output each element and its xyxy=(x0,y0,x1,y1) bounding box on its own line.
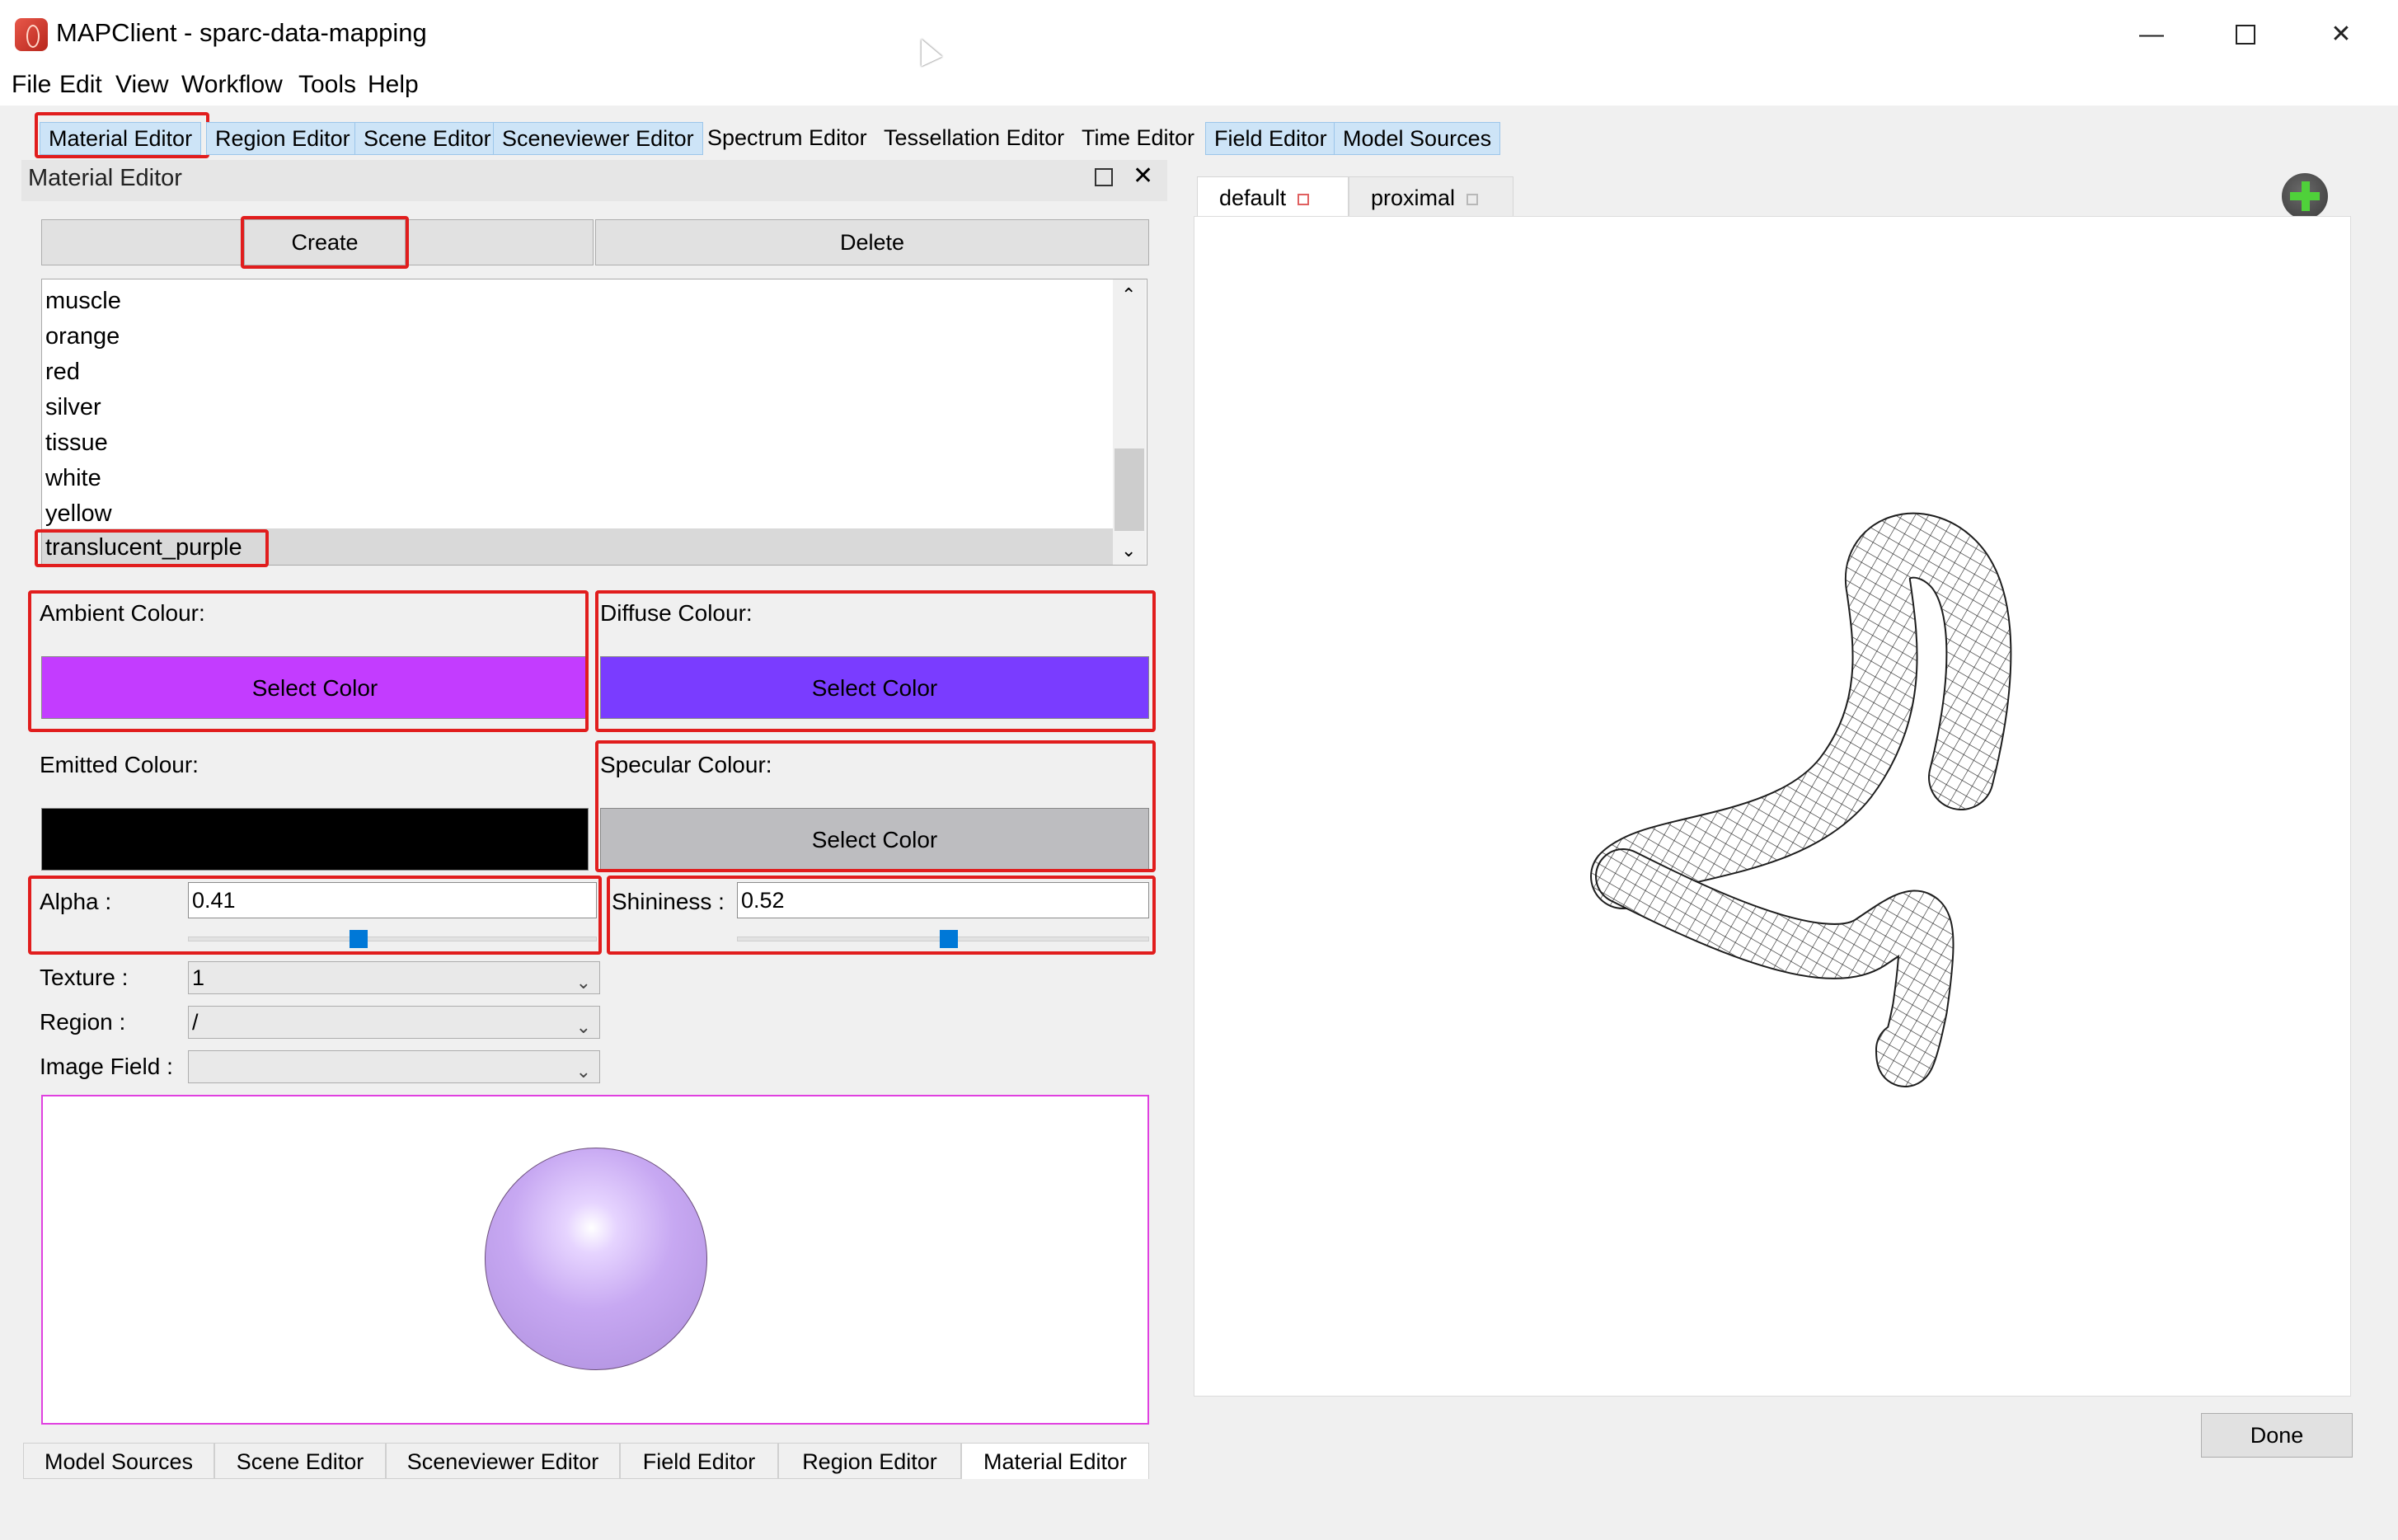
bottom-tab-model-sources[interactable]: Model Sources xyxy=(23,1443,214,1479)
region-value: / xyxy=(192,1010,199,1035)
chevron-down-icon: ⌄ xyxy=(575,1061,591,1082)
tab-field-editor[interactable]: Field Editor xyxy=(1205,122,1336,155)
dock-header xyxy=(21,160,1167,201)
wireframe-mesh xyxy=(1590,512,2012,1087)
chevron-down-icon: ⌄ xyxy=(575,972,591,993)
menu-tools[interactable]: Tools xyxy=(298,71,356,99)
highlight-box xyxy=(607,876,1156,955)
menu-view[interactable]: View xyxy=(115,71,168,99)
region-select[interactable]: / ⌄ xyxy=(188,1006,600,1039)
texture-value: 1 xyxy=(192,965,205,990)
tab-tessellation-editor[interactable]: Tessellation Editor xyxy=(875,122,1072,153)
maximize-icon[interactable] xyxy=(2221,15,2270,54)
list-item[interactable]: yellow xyxy=(45,500,112,528)
bottom-tab-field-editor[interactable]: Field Editor xyxy=(620,1443,778,1479)
close-tab-icon[interactable] xyxy=(1466,193,1479,205)
window-title: MAPClient - sparc-data-mapping xyxy=(56,18,427,47)
menu-bar xyxy=(0,69,2398,106)
material-list[interactable]: muscle orange red silver tissue white ye… xyxy=(41,279,1147,566)
delete-button[interactable]: Delete xyxy=(595,219,1149,265)
highlight-box xyxy=(35,112,209,158)
list-item[interactable]: tissue xyxy=(45,430,108,457)
chevron-down-icon: ⌄ xyxy=(575,1016,591,1037)
list-item[interactable]: muscle xyxy=(45,288,121,315)
list-scrollbar[interactable]: ⌃ ⌄ xyxy=(1113,279,1146,565)
menu-file[interactable]: File xyxy=(12,71,51,99)
bottom-tab-scene-editor[interactable]: Scene Editor xyxy=(214,1443,386,1479)
tab-time-editor[interactable]: Time Editor xyxy=(1073,122,1203,153)
bottom-tab-material-editor[interactable]: Material Editor xyxy=(961,1443,1149,1479)
material-preview[interactable] xyxy=(41,1095,1149,1425)
menu-help[interactable]: Help xyxy=(368,71,419,99)
preview-sphere xyxy=(485,1148,707,1370)
tab-spectrum-editor[interactable]: Spectrum Editor xyxy=(699,122,875,153)
view-tab-proximal[interactable]: proximal xyxy=(1349,176,1513,218)
list-item[interactable]: orange xyxy=(45,323,120,350)
view-tab-default-label: default xyxy=(1219,185,1287,210)
done-button[interactable]: Done xyxy=(2201,1413,2353,1458)
highlight-box xyxy=(28,590,589,732)
highlight-box xyxy=(35,529,269,567)
list-item[interactable]: silver xyxy=(45,394,101,421)
close-dock-icon[interactable]: ✕ xyxy=(1133,162,1153,190)
menu-workflow[interactable]: Workflow xyxy=(181,71,283,99)
close-icon[interactable]: ✕ xyxy=(2316,15,2366,54)
scene-viewer[interactable] xyxy=(1194,216,2351,1397)
view-tab-proximal-label: proximal xyxy=(1371,185,1456,210)
highlight-box xyxy=(28,876,602,955)
image-field-select[interactable]: ⌄ xyxy=(188,1050,600,1083)
scroll-thumb[interactable] xyxy=(1115,448,1144,531)
minimize-icon[interactable]: — xyxy=(2127,15,2176,54)
bottom-tab-region-editor[interactable]: Region Editor xyxy=(778,1443,961,1479)
highlight-box xyxy=(595,740,1156,872)
add-view-icon[interactable] xyxy=(2282,173,2328,219)
float-dock-icon[interactable] xyxy=(1095,168,1113,186)
texture-label: Texture : xyxy=(40,965,129,990)
view-tab-default[interactable]: default xyxy=(1197,176,1349,218)
emitted-color-button[interactable] xyxy=(41,808,589,871)
app-logo-icon xyxy=(15,18,48,51)
menu-edit[interactable]: Edit xyxy=(59,71,102,99)
highlight-box xyxy=(595,590,1156,732)
texture-select[interactable]: 1 ⌄ xyxy=(188,961,600,994)
image-field-label: Image Field : xyxy=(40,1054,173,1079)
list-item[interactable]: red xyxy=(45,359,80,386)
bottom-tab-sceneviewer-editor[interactable]: Sceneviewer Editor xyxy=(386,1443,620,1479)
tab-model-sources[interactable]: Model Sources xyxy=(1334,122,1501,155)
region-label: Region : xyxy=(40,1009,126,1035)
tab-region-editor[interactable]: Region Editor xyxy=(206,122,359,155)
emitted-label: Emitted Colour: xyxy=(40,752,199,777)
highlight-box xyxy=(241,216,409,269)
tab-scene-editor[interactable]: Scene Editor xyxy=(354,122,500,155)
scroll-up-icon[interactable]: ⌃ xyxy=(1121,284,1136,306)
list-item[interactable]: white xyxy=(45,465,101,492)
dock-title: Material Editor xyxy=(28,165,182,191)
scroll-down-icon[interactable]: ⌄ xyxy=(1121,540,1136,561)
close-tab-icon[interactable] xyxy=(1298,193,1310,205)
tab-sceneviewer-editor[interactable]: Sceneviewer Editor xyxy=(493,122,703,155)
